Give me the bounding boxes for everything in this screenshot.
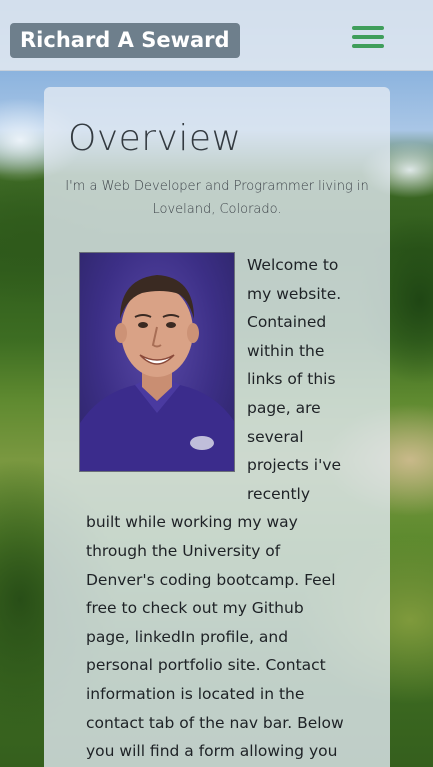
- profile-photo: [79, 252, 235, 472]
- overview-content: Welcome to my website. Contained within …: [79, 251, 348, 767]
- overview-title: Overview: [68, 118, 242, 159]
- overview-subtitle: I'm a Web Developer and Programmer livin…: [65, 179, 369, 217]
- profile-photo-illustration: [80, 275, 234, 471]
- hamburger-bar: [352, 26, 384, 30]
- page: Richard A Seward Overview I'm a Web Deve…: [0, 0, 433, 767]
- hamburger-menu-icon[interactable]: [352, 26, 386, 50]
- overview-card: Overview I'm a Web Developer and Program…: [44, 87, 390, 767]
- navbar: Richard A Seward: [0, 0, 433, 71]
- hamburger-bar: [352, 44, 384, 48]
- navbar-brand[interactable]: Richard A Seward: [10, 23, 240, 58]
- hamburger-bar: [352, 35, 384, 39]
